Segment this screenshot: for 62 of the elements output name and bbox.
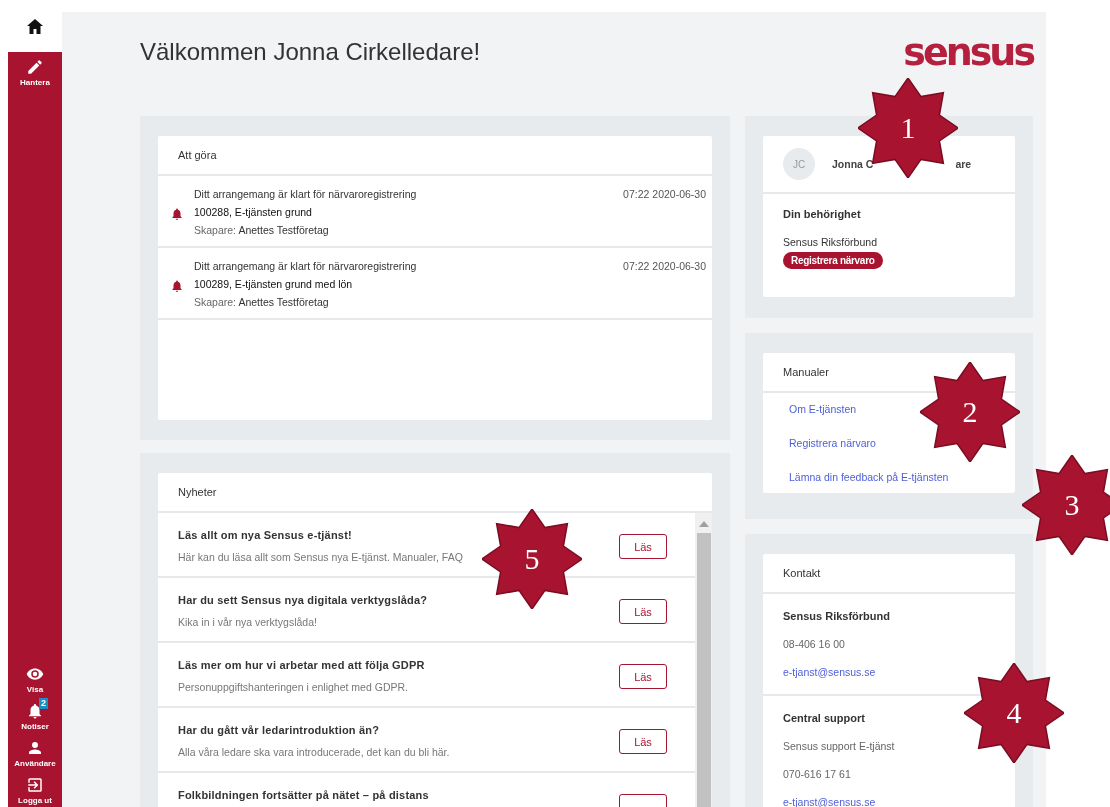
- contact-name: Sensus Riksförbund: [783, 610, 891, 622]
- bell-icon: [170, 279, 184, 293]
- callout-number: 4: [1006, 696, 1022, 730]
- email-link[interactable]: e-tjanst@sensus.se: [783, 666, 995, 678]
- nav-item[interactable]: Hantera: [8, 58, 62, 89]
- read-button[interactable]: Läs: [619, 664, 667, 689]
- manual-link[interactable]: Lämna din feedback på E-tjänsten: [789, 471, 949, 483]
- todo-time: 07:22 2020-06-30: [623, 188, 706, 200]
- user-name: Jonna C: [832, 158, 874, 170]
- news-title: Läs mer om hur vi arbetar med att följa GDPR: [178, 659, 425, 671]
- todo-event: 100288, E-tjänsten grund: [194, 206, 313, 218]
- person-icon: [26, 739, 44, 757]
- todo-event: 100289, E-tjänsten grund med lön: [194, 278, 354, 290]
- creator-name: Anettes Testföretag: [238, 296, 329, 308]
- card-title: Kontakt: [763, 554, 1015, 594]
- todo-message: Ditt arrangemang är klart för närvaroregistrering: [194, 260, 418, 272]
- read-button[interactable]: Läs: [619, 599, 667, 624]
- bell-icon: [26, 702, 44, 720]
- creator-label: Skapare:: [194, 296, 237, 308]
- news-title: Folkbildningen fortsätter på nätet – på distans: [178, 789, 429, 801]
- logo: sensus: [903, 30, 1033, 74]
- pencil-icon: [26, 58, 44, 76]
- organisation-name: Sensus Riksförbund: [783, 236, 877, 248]
- contact-detail: Sensus support E-tjänst: [783, 740, 896, 752]
- news-summary: Personuppgiftshanteringen i enlighet med GDPR.: [178, 681, 408, 693]
- bell-icon: [170, 207, 184, 221]
- card-title: Nyheter: [158, 473, 712, 513]
- avatar: JC: [783, 148, 815, 180]
- role-tag: Registrera närvaro: [783, 252, 883, 269]
- creator-label: Skapare:: [194, 224, 237, 236]
- logout-icon: [26, 776, 44, 794]
- news-title: Läs allt om nya Sensus e-tjänst!: [178, 529, 352, 541]
- callout-number: 5: [524, 542, 540, 576]
- news-summary: Kika in i vår nya verktygslåda!: [178, 616, 317, 628]
- contact-name: Central support: [783, 712, 866, 724]
- news-title: Har du sett Sensus nya digitala verktygslåda?: [178, 594, 428, 606]
- notification-badge: 2: [39, 698, 48, 709]
- news-title: Har du gått vår ledarintroduktion än?: [178, 724, 380, 736]
- callout-number: 3: [1064, 488, 1080, 522]
- nav-item[interactable]: Visa: [8, 665, 62, 696]
- page-title: Välkommen Jonna Cirkelledare!: [140, 38, 481, 66]
- user-name: are: [955, 158, 972, 170]
- contact-detail: 070-616 17 61: [783, 768, 852, 780]
- scrollbar[interactable]: [695, 513, 712, 807]
- manual-link[interactable]: Om E-tjänsten: [789, 403, 857, 415]
- eye-icon: [26, 665, 44, 683]
- callout-number: 2: [962, 395, 978, 429]
- read-button[interactable]: Läs: [619, 534, 667, 559]
- permission-title: Din behörighet: [783, 208, 861, 220]
- todo-time: 07:22 2020-06-30: [623, 260, 706, 272]
- callout-number: 1: [900, 111, 916, 145]
- creator-name: Anettes Testföretag: [238, 224, 329, 236]
- nav-item[interactable]: Användare: [8, 739, 62, 770]
- news-summary: Här kan du läsa allt som Sensus nya E-tjänst. Manualer, FAQ: [178, 551, 463, 563]
- manual-link[interactable]: Registrera närvaro: [789, 437, 876, 449]
- read-button[interactable]: Läs: [619, 729, 667, 754]
- card-title: Att göra: [158, 136, 712, 176]
- home-icon[interactable]: [27, 18, 43, 34]
- news-summary: Alla våra ledare ska vara introducerade, det kan du bli här.: [178, 746, 450, 758]
- nav-item[interactable]: Logga ut: [8, 776, 62, 807]
- todo-message: Ditt arrangemang är klart för närvaroregistrering: [194, 188, 418, 200]
- contact-detail: 08-406 16 00: [783, 638, 846, 650]
